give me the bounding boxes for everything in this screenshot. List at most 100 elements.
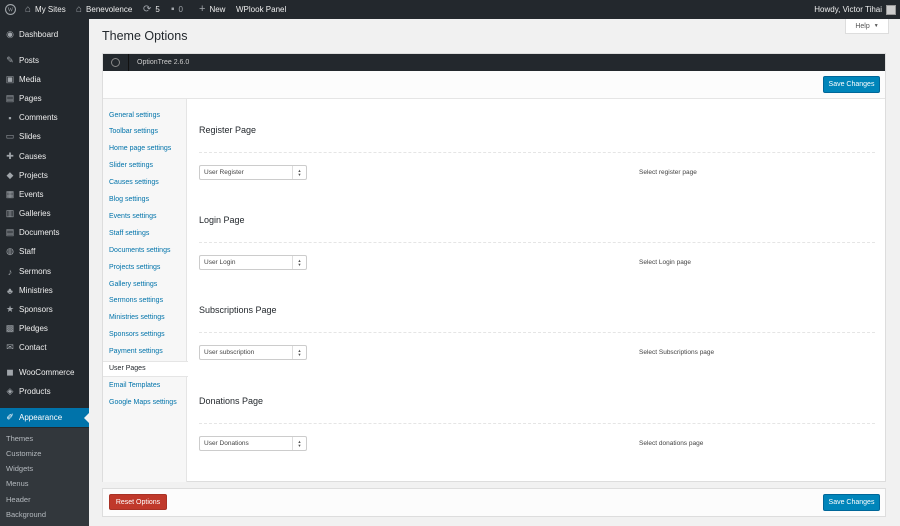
save-changes-button-top[interactable]: Save Changes — [823, 76, 880, 93]
sidebar-item-pledges[interactable]: ▩ Pledges — [0, 319, 89, 338]
sidebar-item-staff[interactable]: ◍ Staff — [0, 242, 89, 261]
submenu-item-customize[interactable]: Customize — [6, 446, 41, 460]
sidebar-item-ministries[interactable]: ♣ Ministries — [0, 281, 89, 300]
register-page-select[interactable]: User Register ▲ ▼ — [199, 165, 307, 180]
nav-tab-toolbar-settings[interactable]: Toolbar settings — [103, 124, 187, 140]
sidebar-item-events[interactable]: ▦ Events — [0, 185, 89, 204]
updates-count: 5 — [155, 5, 160, 14]
submenu-item-background[interactable]: Background — [6, 508, 46, 522]
select-arrows-icon: ▲ ▼ — [292, 346, 306, 359]
sponsors-icon: ★ — [5, 304, 15, 314]
save-changes-button-bottom[interactable]: Save Changes — [823, 494, 880, 511]
nav-tab-payment-settings[interactable]: Payment settings — [103, 344, 187, 360]
nav-tab-sponsors-settings[interactable]: Sponsors settings — [103, 327, 187, 343]
select-arrows-icon: ▲ ▼ — [292, 166, 306, 179]
sidebar-item-label: Products — [19, 387, 51, 396]
sidebar-item-comments[interactable]: ▪ Comments — [0, 108, 89, 127]
submenu-item-widgets[interactable]: Widgets — [6, 462, 33, 476]
submenu-item-menus[interactable]: Menus — [6, 477, 29, 491]
sidebar-item-contact[interactable]: ✉ Contact — [0, 338, 89, 357]
site-name-menu[interactable]: ⌂ Benevolence — [76, 0, 132, 19]
appearance-icon: ✐ — [6, 412, 14, 422]
login-page-title: Login Page — [199, 215, 245, 225]
page-title: Theme Options — [102, 29, 188, 43]
optiontree-toolbar: Save Changes — [103, 71, 885, 99]
nav-tab-staff-settings[interactable]: Staff settings — [103, 225, 187, 241]
sidebar-item-pages[interactable]: ▤ Pages — [0, 89, 89, 108]
nav-tab-causes-settings[interactable]: Causes settings — [103, 175, 187, 191]
pledges-icon: ▩ — [5, 323, 15, 333]
nav-tab-ministries-settings[interactable]: Ministries settings — [103, 310, 187, 326]
pin-icon: ✎ — [6, 55, 14, 65]
select-value: User Register — [204, 169, 244, 176]
nav-tab-slider-settings[interactable]: Slider settings — [103, 158, 187, 174]
reset-options-button[interactable]: Reset Options — [109, 494, 167, 510]
optiontree-version: OptionTree 2.6.0 — [137, 59, 190, 66]
section-divider — [199, 242, 875, 243]
nav-tab-sermons-settings[interactable]: Sermons settings — [103, 293, 187, 309]
wplook-panel-menu[interactable]: WPlook Panel — [236, 0, 286, 19]
donations-page-select[interactable]: User Donations ▲ ▼ — [199, 436, 307, 451]
sidebar-item-projects[interactable]: ◆ Projects — [0, 166, 89, 185]
nav-tab-google-maps-settings[interactable]: Google Maps settings — [103, 394, 187, 410]
wordpress-logo-icon[interactable]: W — [5, 0, 16, 19]
nav-tab-home-page-settings[interactable]: Home page settings — [103, 141, 187, 157]
subscriptions-page-title: Subscriptions Page — [199, 305, 277, 315]
subscriptions-page-select[interactable]: User subscription ▲ ▼ — [199, 345, 307, 360]
settings-nav: General settings Toolbar settings Home pag… — [103, 99, 188, 482]
mail-icon: ✉ — [6, 342, 14, 352]
sidebar-item-posts[interactable]: ✎ Posts — [0, 51, 89, 70]
nav-tab-events-settings[interactable]: Events settings — [103, 208, 187, 224]
sidebar-item-label: Dashboard — [19, 30, 59, 39]
login-page-select[interactable]: User Login ▲ ▼ — [199, 255, 307, 270]
pages-icon: ▤ — [5, 93, 15, 103]
new-content-menu[interactable]: + New — [199, 0, 225, 19]
account-menu[interactable]: Howdy, Victor Tihai — [814, 0, 896, 19]
sidebar-item-galleries[interactable]: ▥ Galleries — [0, 204, 89, 223]
donations-page-title: Donations Page — [199, 396, 264, 406]
sidebar-item-label: Appearance — [19, 413, 63, 422]
sidebar-item-label: Projects — [19, 171, 48, 180]
staff-icon: ◍ — [6, 246, 14, 256]
sidebar-item-documents[interactable]: ▤ Documents — [0, 223, 89, 242]
register-page-title: Register Page — [199, 125, 257, 135]
home-icon: ⌂ — [76, 3, 83, 15]
svg-text:W: W — [8, 8, 14, 14]
sidebar-item-media[interactable]: ▣ Media — [0, 70, 89, 89]
nav-tab-email-templates[interactable]: Email Templates — [103, 377, 187, 393]
events-icon: ▦ — [5, 189, 15, 199]
comments-menu[interactable]: ▪ 0 — [171, 0, 183, 19]
sidebar-item-products[interactable]: ◈ Products — [0, 382, 89, 401]
optiontree-logo-icon — [103, 54, 129, 71]
nav-tab-gallery-settings[interactable]: Gallery settings — [103, 276, 187, 292]
login-page-description: Select Login page — [639, 259, 692, 266]
sidebar-item-label: Staff — [19, 247, 36, 256]
new-label: New — [209, 5, 226, 14]
submenu-item-themes[interactable]: Themes — [6, 431, 33, 445]
updates-menu[interactable]: ⟳ 5 — [143, 0, 160, 19]
submenu-item-header[interactable]: Header — [6, 492, 31, 506]
sidebar-item-causes[interactable]: ✚ Causes — [0, 147, 89, 166]
nav-tab-general-settings[interactable]: General settings — [103, 107, 187, 123]
sidebar-item-dashboard[interactable]: ◉ Dashboard — [0, 25, 89, 44]
donations-page-description: Select donations page — [639, 440, 704, 447]
sidebar-item-label: Pledges — [19, 324, 48, 333]
nav-tab-user-pages[interactable]: User Pages — [103, 360, 188, 377]
sidebar-item-woocommerce[interactable]: ◼ WooCommerce — [0, 363, 89, 382]
select-value: User Login — [204, 259, 236, 266]
slides-icon: ▭ — [5, 131, 15, 141]
help-tab[interactable]: Help ▼ — [845, 19, 889, 34]
sidebar-item-sermons[interactable]: ♪ Sermons — [0, 262, 89, 281]
nav-tab-projects-settings[interactable]: Projects settings — [103, 259, 187, 275]
my-sites-menu[interactable]: ⌂ My Sites — [25, 0, 66, 19]
select-arrows-icon: ▲ ▼ — [292, 437, 306, 450]
sidebar-item-label: Comments — [19, 113, 58, 122]
sidebar-item-appearance[interactable]: ✐ Appearance — [0, 408, 89, 427]
sidebar-item-slides[interactable]: ▭ Slides — [0, 127, 89, 146]
nav-tab-blog-settings[interactable]: Blog settings — [103, 192, 187, 208]
updates-icon: ⟳ — [143, 3, 152, 15]
nav-tab-documents-settings[interactable]: Documents settings — [103, 242, 187, 258]
sidebar-item-sponsors[interactable]: ★ Sponsors — [0, 300, 89, 319]
sites-icon: ⌂ — [25, 3, 32, 15]
panel-label: WPlook Panel — [236, 5, 287, 14]
